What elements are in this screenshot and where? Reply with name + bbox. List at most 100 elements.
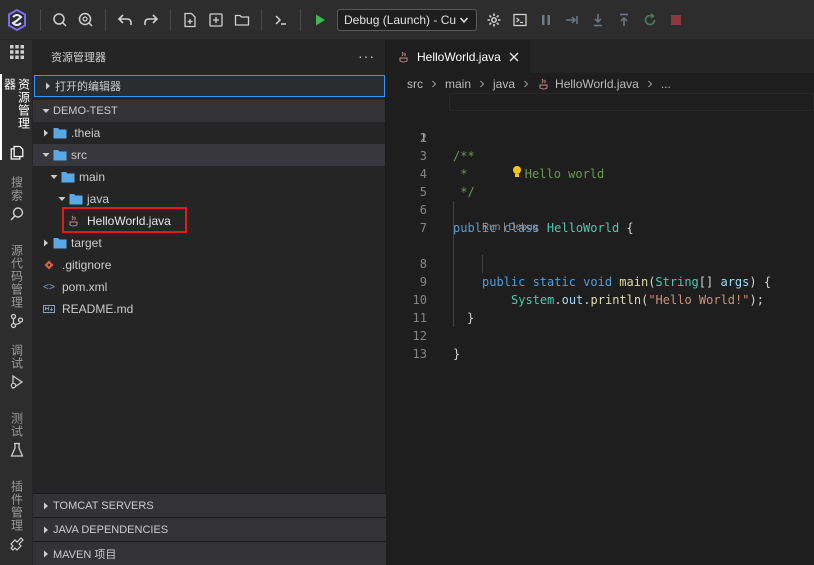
more-actions-icon[interactable]: ··· bbox=[358, 48, 375, 64]
tree-label: java bbox=[87, 192, 110, 206]
activity-scm-label: 源代码管理 bbox=[9, 244, 24, 309]
close-icon[interactable] bbox=[508, 51, 520, 63]
new-file-icon[interactable] bbox=[177, 7, 203, 33]
chevron-right-icon bbox=[39, 550, 53, 558]
sidebar-header: 资源管理器 ··· bbox=[33, 40, 385, 74]
open-folder-icon[interactable] bbox=[229, 7, 255, 33]
debug-config-value: Debug (Launch) - Cu bbox=[344, 12, 456, 27]
step-into-icon[interactable] bbox=[585, 7, 611, 33]
editor-tab-helloworld[interactable]: HelloWorld.java bbox=[387, 40, 530, 73]
source-control-icon bbox=[10, 313, 23, 329]
tree-file-gitignore[interactable]: .gitignore bbox=[33, 254, 385, 276]
beaker-icon bbox=[10, 442, 23, 457]
search-workspace-icon[interactable] bbox=[73, 7, 99, 33]
code-line: 5 bbox=[387, 165, 814, 199]
open-editors-section[interactable]: 打开的编辑器 bbox=[34, 75, 385, 97]
section-label: MAVEN 项目 bbox=[53, 548, 117, 561]
code-line: 12 } bbox=[387, 309, 814, 361]
tree-folder-src[interactable]: src bbox=[33, 144, 385, 166]
new-folder-icon[interactable] bbox=[203, 7, 229, 33]
chevron-right-icon bbox=[432, 80, 437, 88]
chevron-down-icon bbox=[55, 195, 69, 203]
code-lens[interactable]: Run | Debug bbox=[387, 219, 814, 237]
search-icon bbox=[9, 207, 23, 221]
menu-grid-icon[interactable] bbox=[0, 42, 33, 60]
start-debug-icon[interactable] bbox=[307, 7, 333, 33]
tree-folder-theia[interactable]: .theia bbox=[33, 122, 385, 144]
extensions-icon bbox=[9, 537, 24, 551]
activity-test[interactable]: 测试 bbox=[0, 412, 33, 458]
activity-test-label: 测试 bbox=[9, 412, 24, 438]
git-file-icon bbox=[42, 258, 56, 272]
explorer-sidebar: 资源管理器 ··· 打开的编辑器 DEMO-TEST .theia src ma… bbox=[33, 40, 386, 565]
line-number: 13 bbox=[412, 347, 427, 361]
java-file-icon bbox=[397, 50, 411, 64]
tree-label: pom.xml bbox=[62, 280, 108, 294]
redo-icon[interactable] bbox=[138, 7, 164, 33]
restart-icon[interactable] bbox=[637, 7, 663, 33]
breadcrumb-item[interactable]: HelloWorld.java bbox=[555, 77, 639, 91]
java-file-icon bbox=[537, 77, 551, 91]
activity-scm[interactable]: 源代码管理 bbox=[0, 244, 33, 329]
workspace-section[interactable]: DEMO-TEST bbox=[33, 100, 385, 122]
tree-label: .gitignore bbox=[62, 258, 112, 272]
tomcat-servers-section[interactable]: TOMCAT SERVERS bbox=[33, 493, 386, 517]
debug-run-icon bbox=[10, 374, 23, 390]
top-toolbar: Debug (Launch) - Cu bbox=[0, 0, 814, 40]
folder-icon bbox=[53, 128, 67, 139]
java-dependencies-section[interactable]: JAVA DEPENDENCIES bbox=[33, 517, 386, 541]
breadcrumb-item[interactable]: src bbox=[407, 77, 423, 91]
editor-area: HelloWorld.java src main java HelloWorld… bbox=[387, 40, 814, 565]
maven-section[interactable]: MAVEN 项目 bbox=[33, 541, 386, 565]
activity-explorer-label: 资源管理器 bbox=[2, 78, 31, 130]
folder-icon bbox=[53, 238, 67, 249]
breadcrumb-item[interactable]: java bbox=[493, 77, 515, 91]
code-line: 10 } bbox=[387, 273, 814, 325]
step-over-icon[interactable] bbox=[559, 7, 585, 33]
tree-file-readme[interactable]: README.md bbox=[33, 298, 385, 320]
tree-folder-main[interactable]: main bbox=[33, 166, 385, 188]
terminal-icon[interactable] bbox=[268, 7, 294, 33]
chevron-right-icon bbox=[39, 129, 53, 137]
folder-open-icon bbox=[53, 150, 67, 161]
chevron-right-icon bbox=[41, 82, 55, 90]
chevron-right-icon bbox=[480, 80, 485, 88]
debug-settings-gear-icon[interactable] bbox=[481, 7, 507, 33]
files-icon bbox=[10, 145, 23, 160]
activity-extensions[interactable]: 插件管理 bbox=[0, 480, 33, 552]
code-editor[interactable]: 1 /** 2 Hello world 3 * 4 */ 5 6 public … bbox=[387, 93, 814, 361]
tree-label: target bbox=[71, 236, 102, 250]
debug-console-icon[interactable] bbox=[507, 7, 533, 33]
chevron-right-icon bbox=[39, 239, 53, 247]
breadcrumb: src main java HelloWorld.java ... bbox=[387, 73, 814, 95]
activity-search[interactable]: 搜索 bbox=[0, 176, 33, 222]
editor-tabbar: HelloWorld.java bbox=[387, 40, 814, 73]
code-line: 3 * bbox=[387, 129, 814, 181]
step-out-icon[interactable] bbox=[611, 7, 637, 33]
tree-folder-target[interactable]: target bbox=[33, 232, 385, 254]
activity-debug[interactable]: 调试 bbox=[0, 344, 33, 390]
tab-label: HelloWorld.java bbox=[417, 50, 501, 64]
chevron-down-icon bbox=[39, 107, 53, 115]
tree-label: .theia bbox=[71, 126, 101, 140]
chevron-right-icon bbox=[39, 526, 53, 534]
code-lens-run-debug[interactable]: Run | Debug bbox=[482, 219, 538, 237]
stop-icon[interactable] bbox=[663, 7, 689, 33]
debug-config-select[interactable]: Debug (Launch) - Cu bbox=[337, 8, 477, 31]
chevron-down-icon bbox=[39, 151, 53, 159]
code-line: 8 public static void main(String[] args)… bbox=[387, 237, 814, 289]
chevron-right-icon bbox=[647, 80, 653, 88]
undo-icon[interactable] bbox=[112, 7, 138, 33]
breadcrumb-item[interactable]: ... bbox=[661, 77, 671, 91]
highlight-annotation-box bbox=[62, 207, 187, 233]
chevron-right-icon bbox=[524, 80, 529, 88]
xml-file-icon: <> bbox=[43, 281, 55, 293]
activity-explorer[interactable]: 资源管理器 bbox=[0, 74, 33, 160]
chevron-down-icon bbox=[459, 17, 469, 23]
search-icon[interactable] bbox=[47, 7, 73, 33]
code-line: 6 public class HelloWorld { bbox=[387, 183, 814, 235]
folder-open-icon bbox=[69, 194, 83, 205]
tree-file-pom[interactable]: <> pom.xml bbox=[33, 276, 385, 298]
pause-icon[interactable] bbox=[533, 7, 559, 33]
breadcrumb-item[interactable]: main bbox=[445, 77, 471, 91]
